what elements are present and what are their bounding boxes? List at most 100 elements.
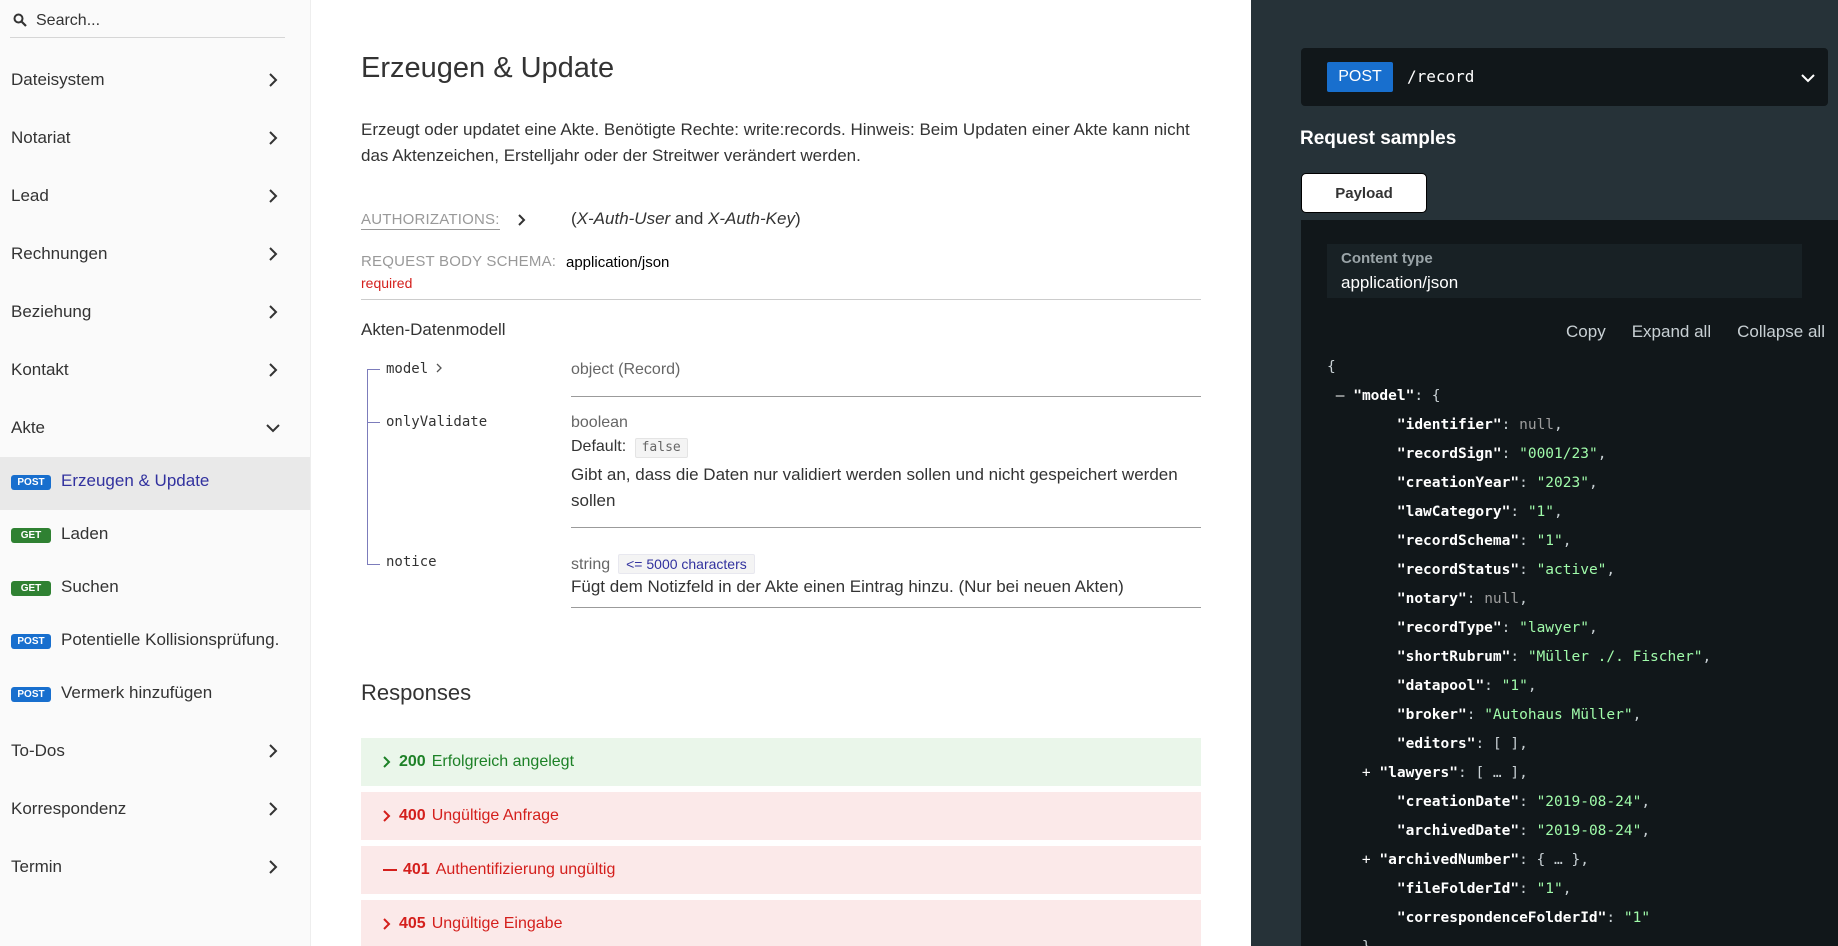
json-value: "1"	[1536, 533, 1563, 549]
sidebar-section-label: Kontakt	[11, 360, 69, 379]
sidebar-operation-label: Potentielle Kollisionsprüfung.	[61, 630, 280, 649]
json-value: "1"	[1527, 504, 1555, 520]
page-title: Erzeugen & Update	[361, 52, 615, 84]
sidebar-section[interactable]: Lead	[0, 167, 310, 225]
response-401[interactable]: 401 Authentifizierung ungültig	[361, 846, 1201, 894]
chevron-down-icon[interactable]	[1800, 70, 1816, 86]
copy-button[interactable]: Copy	[1566, 322, 1606, 342]
sidebar-section[interactable]: To-Dos	[0, 722, 310, 780]
json-value: [ … ]	[1475, 765, 1520, 781]
json-line: "recordStatus": "active",	[1396, 562, 1616, 578]
auth-key: X-Auth-Key	[708, 209, 795, 228]
sidebar-section[interactable]: Dateisystem	[0, 51, 310, 109]
sidebar-section[interactable]: Beziehung	[0, 283, 310, 341]
json-value: {	[1327, 359, 1336, 375]
sidebar-operation[interactable]: POST Erzeugen & Update	[0, 457, 310, 510]
sidebar-section[interactable]: Akte	[0, 399, 310, 457]
response-400[interactable]: 400 Ungültige Anfrage	[361, 792, 1201, 840]
http-method-badge: POST	[11, 687, 51, 702]
content-type-value: application/json	[1341, 273, 1459, 292]
json-value: "Autohaus Müller"	[1484, 707, 1633, 723]
sidebar-operation-label: Erzeugen & Update	[61, 471, 210, 490]
json-line: "editors": [ ],	[1396, 736, 1528, 752]
json-value: { … }	[1536, 852, 1581, 868]
json-toggle[interactable]: +	[1362, 765, 1371, 781]
json-value: null	[1484, 591, 1520, 607]
sidebar-operation[interactable]: GET Laden	[0, 510, 310, 563]
json-key: "correspondenceFolderId"	[1396, 910, 1607, 926]
content-type-box[interactable]: Content type application/json	[1327, 244, 1802, 298]
response-text: Ungültige Anfrage	[431, 807, 559, 824]
endpoint-selector[interactable]: POST /record	[1301, 48, 1828, 106]
json-line: "archivedDate": "2019-08-24",	[1396, 823, 1651, 839]
json-key: "editors"	[1396, 736, 1476, 752]
chevron-right-icon	[269, 73, 278, 87]
json-key: "archivedDate"	[1396, 823, 1520, 839]
json-toggle[interactable]: –	[1336, 388, 1345, 404]
json-value: {	[1431, 388, 1441, 404]
sidebar-section[interactable]: Kontakt	[0, 341, 310, 399]
chevron-right-icon	[269, 860, 278, 874]
request-samples-title: Request samples	[1300, 128, 1457, 149]
response-405[interactable]: 405 Ungültige Eingabe	[361, 900, 1201, 946]
json-line: },	[1327, 933, 1711, 946]
divider	[361, 299, 1201, 300]
http-method-badge: GET	[11, 528, 51, 543]
sidebar-operation[interactable]: POST Vermerk hinzufügen	[0, 669, 310, 722]
property-description: Fügt dem Notizfeld in der Akte einen Ein…	[571, 577, 1124, 596]
sidebar-operation[interactable]: POST Potentielle Kollisionsprüfung.	[0, 616, 310, 669]
sidebar-section-label: Lead	[11, 186, 49, 205]
sidebar: Dateisystem Notariat Lead Rechnungen Beziehu…	[0, 0, 311, 946]
json-value: "2019-08-24"	[1536, 823, 1642, 839]
sidebar-section-label: Akte	[11, 418, 46, 437]
json-line: "creationDate": "2019-08-24",	[1396, 794, 1651, 810]
response-code: 401	[403, 861, 430, 878]
sidebar-section-label: Termin	[11, 857, 63, 876]
json-value: "active"	[1536, 562, 1607, 578]
json-value: "1"	[1623, 910, 1651, 926]
sidebar-operation-label: Laden	[61, 524, 109, 543]
sidebar-section[interactable]: Termin	[0, 838, 310, 896]
expand-all-button[interactable]: Expand all	[1632, 322, 1711, 342]
sidebar-section-label: Korrespondenz	[11, 799, 127, 818]
json-value: },	[1362, 939, 1379, 946]
minus-icon	[383, 869, 397, 871]
sidebar-operation[interactable]: GET Suchen	[0, 563, 310, 616]
json-key: "broker"	[1396, 707, 1467, 723]
model-name: Akten-Datenmodell	[361, 320, 506, 339]
json-toggle[interactable]: +	[1362, 852, 1371, 868]
chevron-right-icon	[269, 744, 278, 758]
json-key: "creationDate"	[1396, 794, 1520, 810]
property-name-model[interactable]: model	[386, 361, 444, 377]
sidebar-section[interactable]: Notariat	[0, 109, 310, 167]
sidebar-menu: Dateisystem Notariat Lead Rechnungen Beziehu…	[0, 51, 310, 896]
json-line: "fileFolderId": "1",	[1396, 881, 1572, 897]
search-input[interactable]	[36, 9, 276, 33]
chevron-right-icon	[269, 131, 278, 145]
chevron-right-icon[interactable]	[516, 214, 528, 226]
authorizations-toggle[interactable]: AUTHORIZATIONS:	[361, 211, 500, 230]
json-value: "lawyer"	[1519, 620, 1589, 636]
response-text: Erfolgreich angelegt	[431, 753, 575, 770]
collapse-all-button[interactable]: Collapse all	[1737, 322, 1825, 342]
chevron-right-icon[interactable]	[434, 363, 444, 373]
json-line: + "archivedNumber": { … },	[1361, 852, 1589, 868]
sidebar-section-label: Beziehung	[11, 302, 92, 321]
http-method-badge: POST	[11, 475, 51, 490]
response-200[interactable]: 200 Erfolgreich angelegt	[361, 738, 1201, 786]
required-label: required	[361, 275, 413, 291]
json-sample: { – "model": { "identifier": null, "reco…	[1327, 353, 1711, 946]
sidebar-section[interactable]: Korrespondenz	[0, 780, 310, 838]
json-key: "model"	[1353, 388, 1415, 404]
property-type: boolean	[571, 414, 628, 431]
tab-payload[interactable]: Payload	[1301, 173, 1427, 213]
sidebar-section[interactable]: Rechnungen	[0, 225, 310, 283]
tree-tick	[367, 564, 380, 565]
response-code: 200	[399, 753, 426, 770]
json-line: "shortRubrum": "Müller ./. Fischer",	[1396, 649, 1712, 665]
json-key: "notary"	[1396, 591, 1467, 607]
search-icon	[13, 13, 27, 27]
sidebar-section-label: Dateisystem	[11, 70, 105, 89]
json-key: "shortRubrum"	[1396, 649, 1511, 665]
http-method-badge: POST	[11, 634, 51, 649]
